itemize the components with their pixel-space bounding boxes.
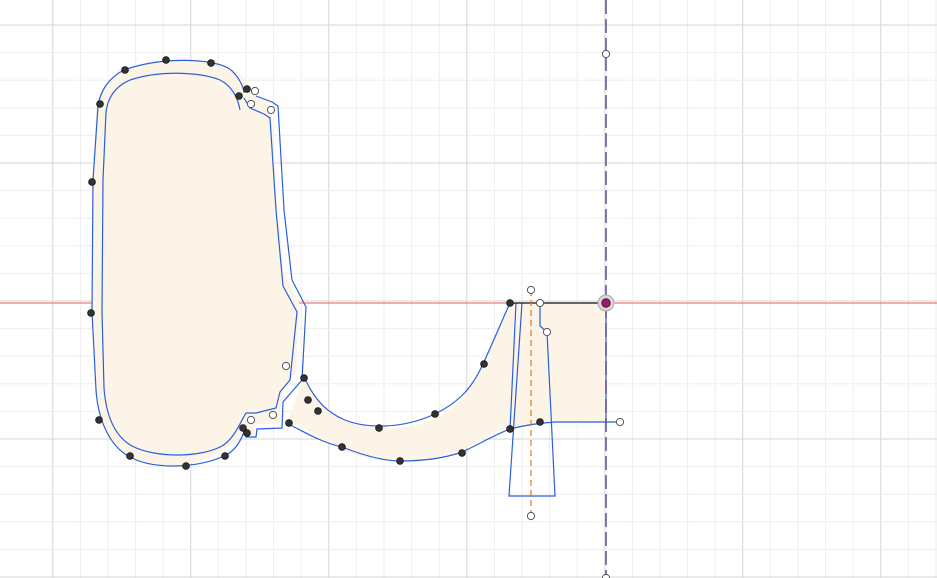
construction-point[interactable] bbox=[542, 327, 552, 337]
sketch-point[interactable] bbox=[243, 85, 251, 93]
sketch-point[interactable] bbox=[314, 407, 322, 415]
construction-point[interactable] bbox=[535, 298, 545, 308]
sketch-point[interactable] bbox=[207, 59, 215, 67]
sketch-point[interactable] bbox=[506, 299, 514, 307]
sketch-point[interactable] bbox=[162, 56, 170, 64]
construction-point[interactable] bbox=[601, 573, 611, 578]
construction-point[interactable] bbox=[266, 105, 276, 115]
construction-point[interactable] bbox=[250, 86, 260, 96]
sketch-svg[interactable] bbox=[0, 0, 937, 578]
sketch-point[interactable] bbox=[126, 452, 134, 460]
sketch-point[interactable] bbox=[480, 360, 488, 368]
sketch-canvas[interactable] bbox=[0, 0, 937, 578]
origin-point[interactable] bbox=[597, 294, 615, 312]
sketch-point[interactable] bbox=[87, 309, 95, 317]
sketch-point[interactable] bbox=[221, 452, 229, 460]
channel-fill bbox=[288, 302, 606, 462]
outer-profile-fill bbox=[92, 60, 300, 465]
construction-point[interactable] bbox=[268, 410, 278, 420]
sketch-point[interactable] bbox=[243, 429, 251, 437]
profile-fills bbox=[92, 60, 606, 465]
sketch-point[interactable] bbox=[536, 418, 544, 426]
sketch-point[interactable] bbox=[431, 410, 439, 418]
construction-point[interactable] bbox=[246, 99, 256, 109]
sketch-point[interactable] bbox=[88, 178, 96, 186]
construction-point[interactable] bbox=[281, 361, 291, 371]
construction-point[interactable] bbox=[615, 417, 625, 427]
construction-point[interactable] bbox=[246, 415, 256, 425]
sketch-point[interactable] bbox=[300, 374, 308, 382]
construction-point[interactable] bbox=[526, 511, 536, 521]
sketch-point[interactable] bbox=[285, 419, 293, 427]
sketch-point[interactable] bbox=[458, 449, 466, 457]
construction-point[interactable] bbox=[526, 285, 536, 295]
sketch-point[interactable] bbox=[338, 443, 346, 451]
sketch-point[interactable] bbox=[375, 424, 383, 432]
sketch-point[interactable] bbox=[396, 457, 404, 465]
sketch-point[interactable] bbox=[95, 416, 103, 424]
sketch-point[interactable] bbox=[96, 100, 104, 108]
sketch-point[interactable] bbox=[506, 425, 514, 433]
sketch-point[interactable] bbox=[304, 396, 312, 404]
sketch-point[interactable] bbox=[121, 66, 129, 74]
sketch-point[interactable] bbox=[235, 92, 243, 100]
sketch-point[interactable] bbox=[182, 462, 190, 470]
construction-point[interactable] bbox=[601, 49, 611, 59]
